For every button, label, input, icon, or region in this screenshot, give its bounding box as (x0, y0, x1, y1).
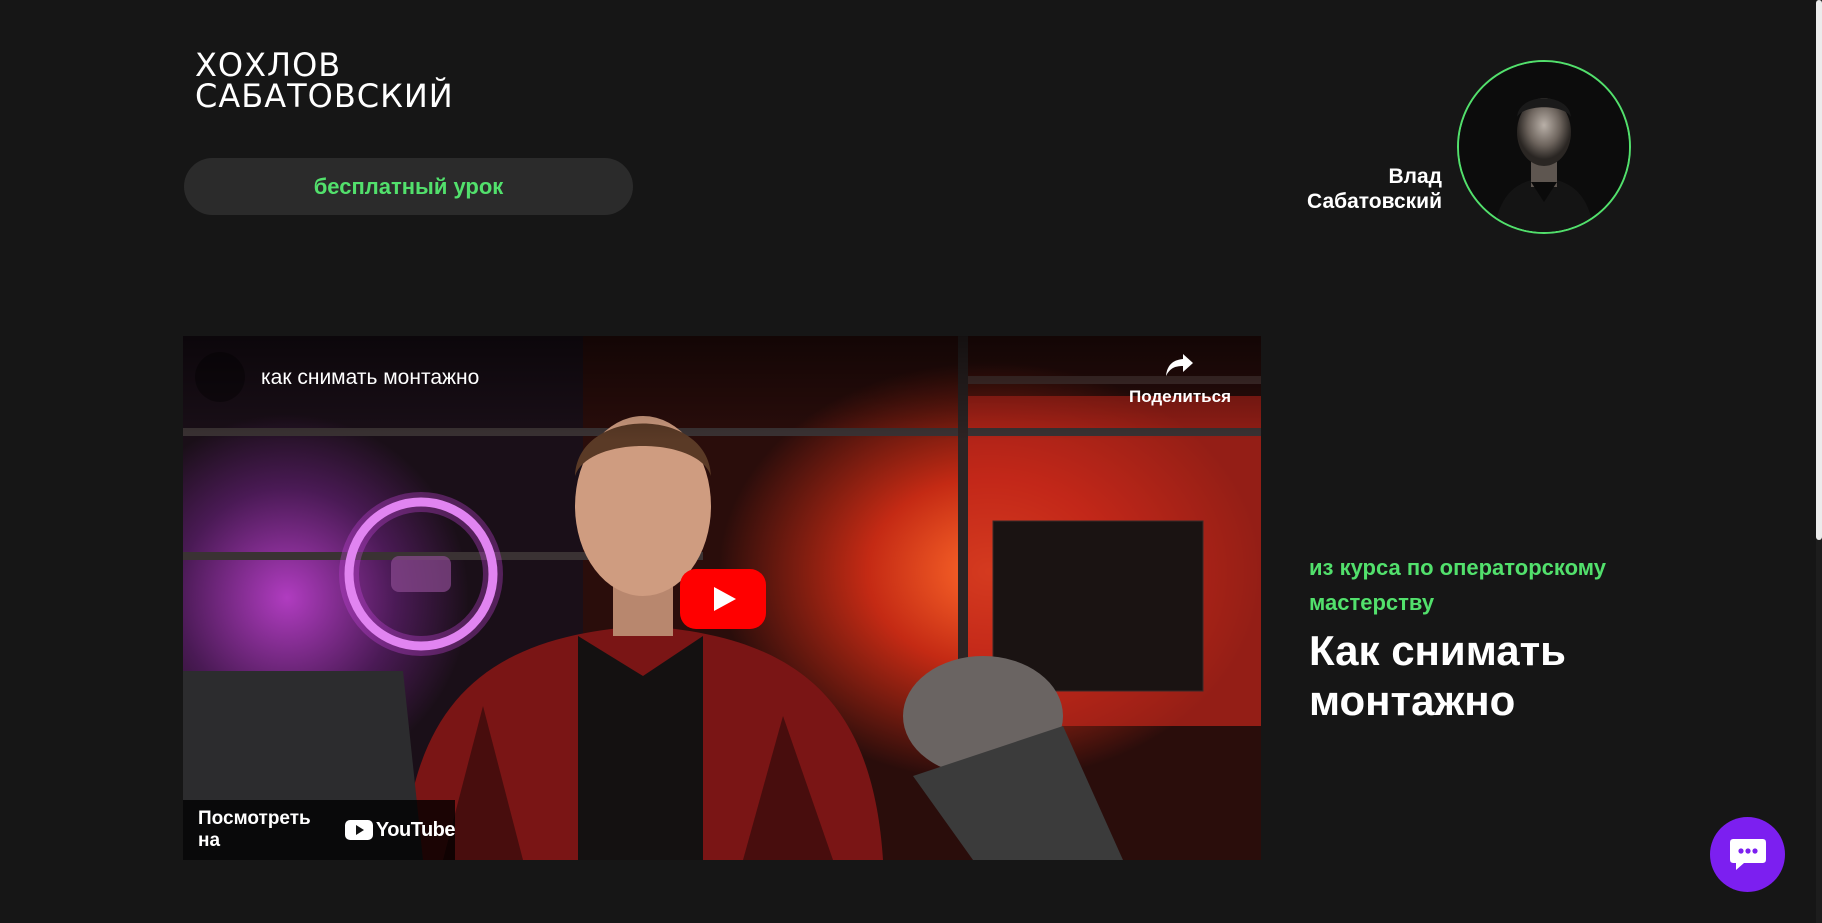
chat-button[interactable] (1710, 817, 1785, 892)
logo-line-2: САБАТОВСКИЙ (195, 77, 454, 115)
youtube-wordmark: YouTube (375, 818, 456, 841)
play-button[interactable] (680, 569, 766, 629)
video-player[interactable]: как снимать монтажно Поделиться Посмотре… (183, 336, 1261, 860)
free-lesson-badge[interactable]: бесплатный урок (184, 158, 633, 215)
course-subtitle: из курса по операторскому мастерству (1309, 555, 1606, 615)
course-title: Как снимать монтажно (1309, 627, 1567, 724)
author-avatar (1457, 60, 1631, 234)
scrollbar[interactable] (1816, 0, 1822, 923)
chat-bubble-icon (1729, 838, 1766, 870)
video-title[interactable]: как снимать монтажно (261, 366, 479, 390)
author-first-name: Влад (1388, 165, 1442, 188)
brand-logo[interactable]: ХОХЛОВ САБАТОВСКИЙ (195, 49, 454, 115)
free-lesson-label: бесплатный урок (313, 173, 504, 199)
scrollbar-thumb[interactable] (1816, 0, 1822, 540)
watch-on-label: Посмотреть на (198, 808, 311, 851)
share-label: Поделиться (1128, 387, 1232, 406)
author-name: Влад Сабатовский (1307, 164, 1442, 214)
youtube-logo: YouTube (344, 818, 456, 842)
author-photo (1459, 62, 1629, 232)
youtube-play-icon (680, 569, 766, 629)
channel-avatar[interactable] (195, 352, 245, 402)
share-arrow-icon (1166, 354, 1193, 376)
author-last-name: Сабатовский (1307, 190, 1442, 213)
youtube-logo-icon (344, 820, 373, 840)
share-button[interactable]: Поделиться (1125, 352, 1235, 407)
page: ХОХЛОВ САБАТОВСКИЙ бесплатный урок Влад … (0, 0, 1822, 923)
watch-on-youtube-button[interactable]: Посмотреть на YouTube (183, 800, 456, 860)
